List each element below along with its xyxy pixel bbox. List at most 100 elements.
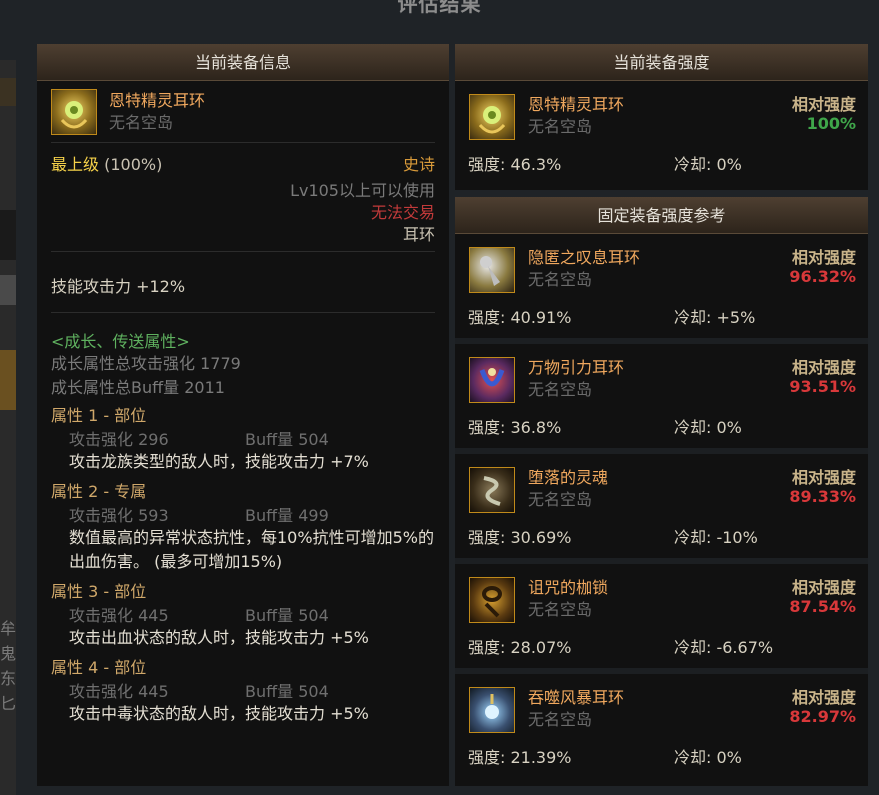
attribute-title: 属性 1 - 部位 — [51, 406, 147, 425]
attribute-title: 属性 3 - 部位 — [51, 582, 147, 601]
relative-strength-value: 93.51% — [789, 377, 856, 396]
reference-card[interactable]: 隐匿之叹息耳环 无名空岛 相对强度 96.32% 强度: 40.91% 冷却: … — [455, 234, 868, 344]
background-text: 牟 — [0, 619, 17, 638]
background-text: 匕 — [0, 694, 17, 713]
storm-earring-icon — [469, 687, 515, 733]
cooldown-value: 冷却: +5% — [674, 308, 756, 327]
divider — [51, 142, 435, 143]
soul-icon — [469, 467, 515, 513]
item-name: 吞噬风暴耳环 — [528, 688, 625, 707]
earring-icon — [469, 247, 515, 293]
relative-strength-value: 89.33% — [789, 487, 856, 506]
strength-value: 强度: 46.3% — [468, 155, 562, 174]
attribute-block: 属性 2 - 专属 攻击强化 593 Buff量 499 数值最高的异常状态抗性… — [51, 478, 435, 574]
divider — [51, 251, 435, 252]
attribute-description: 攻击中毒状态的敌人时，技能攻击力 +5% — [69, 704, 369, 723]
attribute-stats: 攻击强化 296 Buff量 504 — [51, 426, 435, 450]
divider — [51, 312, 435, 313]
panel-header: 固定装备强度参考 — [455, 197, 868, 234]
attribute-buff: Buff量 504 — [245, 682, 329, 701]
attribute-title: 属性 2 - 专属 — [51, 482, 147, 501]
attribute-block: 属性 3 - 部位 攻击强化 445 Buff量 504 攻击出血状态的敌人时，… — [51, 578, 435, 650]
attribute-buff: Buff量 499 — [245, 506, 329, 525]
cooldown-value: 冷却: -10% — [674, 528, 758, 547]
dialog-title: 评估结果 — [397, 0, 482, 16]
cooldown-value: 冷却: 0% — [674, 418, 742, 437]
item-source: 无名空岛 — [528, 117, 593, 136]
item-name: 堕落的灵魂 — [528, 468, 609, 487]
item-header: 恩特精灵耳环 无名空岛 — [51, 81, 435, 139]
reference-card[interactable]: 吞噬风暴耳环 无名空岛 相对强度 82.97% 强度: 21.39% 冷却: 0… — [455, 674, 868, 784]
level-requirement: Lv105以上可以使用 — [290, 181, 435, 200]
relative-strength-label: 相对强度 — [791, 358, 856, 377]
slot-type: 耳环 — [402, 225, 435, 244]
background-fragment — [0, 275, 16, 305]
relative-strength-label: 相对强度 — [791, 468, 856, 487]
attribute-description: 攻击出血状态的敌人时，技能攻击力 +5% — [69, 628, 369, 647]
attribute-description: 数值最高的异常状态抗性，每10%抗性可增加5%的出血伤害。 (最多可增加15%) — [69, 528, 434, 571]
background-text: 鬼 — [0, 644, 17, 663]
background-fragment — [0, 210, 16, 260]
relative-strength-label: 相对强度 — [791, 95, 856, 114]
background-window-strip: 牟 鬼 东 匕 — [0, 60, 16, 795]
relative-strength-label: 相对强度 — [791, 248, 856, 267]
cooldown-value: 冷却: -6.67% — [674, 638, 774, 657]
reference-card[interactable]: 万物引力耳环 无名空岛 相对强度 93.51% 强度: 36.8% 冷却: 0% — [455, 344, 868, 454]
earring-icon — [469, 94, 515, 140]
strength-value: 强度: 30.69% — [468, 528, 572, 547]
item-source: 无名空岛 — [528, 490, 593, 509]
item-name[interactable]: 恩特精灵耳环 — [109, 87, 205, 111]
grade-percent: (100%) — [104, 155, 163, 174]
relative-strength-value: 100% — [806, 114, 856, 133]
item-name: 隐匿之叹息耳环 — [528, 248, 641, 267]
background-fragment — [0, 78, 16, 106]
attribute-stats: 攻击强化 593 Buff量 499 — [51, 502, 435, 526]
attribute-title: 属性 4 - 部位 — [51, 658, 147, 677]
cooldown-value: 冷却: 0% — [674, 748, 742, 767]
cooldown-value: 冷却: 0% — [674, 155, 742, 174]
attribute-buff: Buff量 504 — [245, 606, 329, 625]
item-source: 无名空岛 — [528, 270, 593, 289]
attribute-attack: 攻击强化 445 — [69, 606, 169, 625]
item-source: 无名空岛 — [109, 113, 174, 132]
panel-header: 当前装备强度 — [455, 44, 868, 81]
current-strength-panel: 当前装备强度 恩特精灵耳环 无名空岛 相对强度 100% 强度: 46.3% 冷… — [455, 44, 868, 190]
grade-label: 最上级 — [51, 155, 100, 174]
trade-status: 无法交易 — [370, 203, 435, 222]
attribute-block: 属性 1 - 部位 攻击强化 296 Buff量 504 攻击龙族类型的敌人时，… — [51, 402, 435, 474]
growth-section-title: <成长、传送属性> — [51, 332, 190, 351]
strength-value: 强度: 21.39% — [468, 748, 572, 767]
current-equipment-info-panel: 当前装备信息 恩特精灵耳环 无名空岛 最上级 (100%) 史诗 Lv105以上… — [37, 44, 449, 786]
reference-card[interactable]: 堕落的灵魂 无名空岛 相对强度 89.33% 强度: 30.69% 冷却: -1… — [455, 454, 868, 564]
relative-strength-label: 相对强度 — [791, 578, 856, 597]
reference-card[interactable]: 诅咒的枷锁 无名空岛 相对强度 87.54% 强度: 28.07% 冷却: -6… — [455, 564, 868, 674]
strength-card[interactable]: 恩特精灵耳环 无名空岛 相对强度 100% 强度: 46.3% 冷却: 0% — [455, 81, 868, 190]
earring-icon[interactable] — [51, 89, 97, 135]
grade-row: 最上级 (100%) 史诗 — [51, 151, 435, 177]
item-source: 无名空岛 — [528, 710, 593, 729]
attribute-block: 属性 4 - 部位 攻击强化 445 Buff量 504 攻击中毒状态的敌人时，… — [51, 654, 435, 726]
relative-strength-value: 82.97% — [789, 707, 856, 726]
item-name: 诅咒的枷锁 — [528, 578, 609, 597]
reference-strength-panel: 固定装备强度参考 隐匿之叹息耳环 无名空岛 相对强度 96.32% 强度: 40… — [455, 197, 868, 786]
magnet-earring-icon — [469, 357, 515, 403]
growth-total-buff: 成长属性总Buff量 2011 — [51, 378, 225, 397]
item-name: 万物引力耳环 — [528, 358, 625, 377]
growth-total-attack: 成长属性总攻击强化 1779 — [51, 354, 241, 373]
relative-strength-value: 96.32% — [789, 267, 856, 286]
panel-header: 当前装备信息 — [37, 44, 449, 81]
background-text: 东 — [0, 669, 17, 688]
relative-strength-label: 相对强度 — [791, 688, 856, 707]
shackle-icon — [469, 577, 515, 623]
item-source: 无名空岛 — [528, 600, 593, 619]
rarity-label: 史诗 — [402, 155, 435, 174]
background-fragment — [0, 350, 16, 410]
item-name: 恩特精灵耳环 — [528, 95, 625, 114]
strength-value: 强度: 36.8% — [468, 418, 562, 437]
attribute-attack: 攻击强化 296 — [69, 430, 169, 449]
skill-attack-stat: 技能攻击力 +12% — [51, 277, 186, 296]
item-source: 无名空岛 — [528, 380, 593, 399]
strength-value: 强度: 40.91% — [468, 308, 572, 327]
attribute-stats: 攻击强化 445 Buff量 504 — [51, 602, 435, 626]
attribute-description: 攻击龙族类型的敌人时，技能攻击力 +7% — [69, 452, 369, 471]
